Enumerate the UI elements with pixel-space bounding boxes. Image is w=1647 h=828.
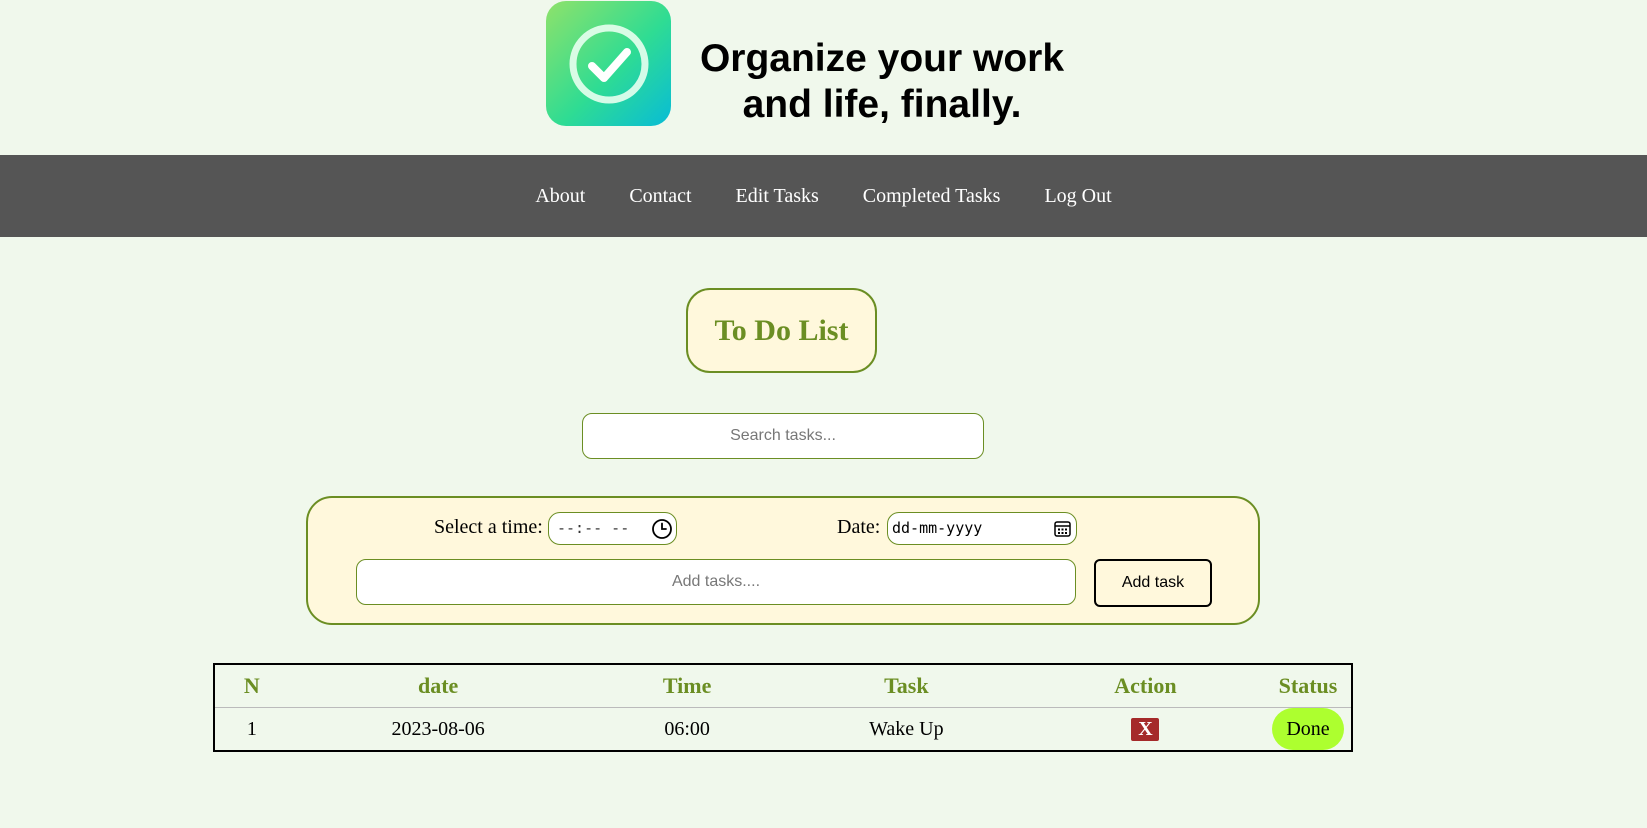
nav-log-out[interactable]: Log Out <box>1044 185 1111 208</box>
cell-time: 06:00 <box>664 717 710 740</box>
check-circle-icon <box>569 24 648 103</box>
page-title: To Do List <box>714 313 849 347</box>
clock-icon[interactable] <box>651 518 673 540</box>
slogan-line-1: Organize your work <box>699 37 1065 80</box>
date-input[interactable]: dd-mm-yyyy <box>887 512 1077 545</box>
slogan-line-2: and life, finally. <box>742 83 1022 126</box>
cell-status: Done <box>1265 708 1352 752</box>
page-header: Organize your work and life, finally. <box>0 0 1647 155</box>
done-button[interactable]: Done <box>1272 708 1345 750</box>
add-task-input[interactable] <box>356 559 1076 605</box>
header-n: N <box>214 664 289 708</box>
table-header-row: N date Time Task Action Status <box>214 664 1352 708</box>
add-task-button[interactable]: Add task <box>1094 559 1212 607</box>
time-input[interactable]: --:-- -- <box>548 512 677 545</box>
title-box: To Do List <box>686 288 877 373</box>
cell-task: Wake Up <box>869 717 944 740</box>
table-row: 1 2023-08-06 06:00 Wake Up X Done <box>214 708 1352 752</box>
nav-about[interactable]: About <box>535 185 585 208</box>
slogan: Organize your work and life, finally. <box>680 36 1084 128</box>
header-task: Task <box>786 664 1026 708</box>
calendar-icon[interactable] <box>1054 520 1071 537</box>
search-input[interactable] <box>582 413 984 459</box>
delete-button[interactable]: X <box>1131 717 1160 741</box>
nav-edit-tasks[interactable]: Edit Tasks <box>736 185 819 208</box>
task-table: N date Time Task Action Status 1 2023-08… <box>213 663 1353 752</box>
date-label: Date: <box>837 516 881 538</box>
header-time: Time <box>587 664 787 708</box>
header-status: Status <box>1265 664 1352 708</box>
nav-contact[interactable]: Contact <box>629 185 691 208</box>
time-label: Select a time: <box>434 516 543 538</box>
time-placeholder: --:-- -- <box>557 519 630 537</box>
cell-action: X <box>1026 708 1265 752</box>
app-logo <box>546 1 671 126</box>
nav-completed-tasks[interactable]: Completed Tasks <box>863 185 1001 208</box>
cell-date: 2023-08-06 <box>391 717 485 740</box>
navbar: About Contact Edit Tasks Completed Tasks… <box>0 155 1647 237</box>
cell-n: 1 <box>246 717 257 740</box>
date-placeholder: dd-mm-yyyy <box>892 519 983 537</box>
header-action: Action <box>1025 664 1266 708</box>
add-task-panel: Select a time: --:-- -- Date: dd-mm-yyyy… <box>306 496 1260 625</box>
header-date: date <box>288 664 588 708</box>
